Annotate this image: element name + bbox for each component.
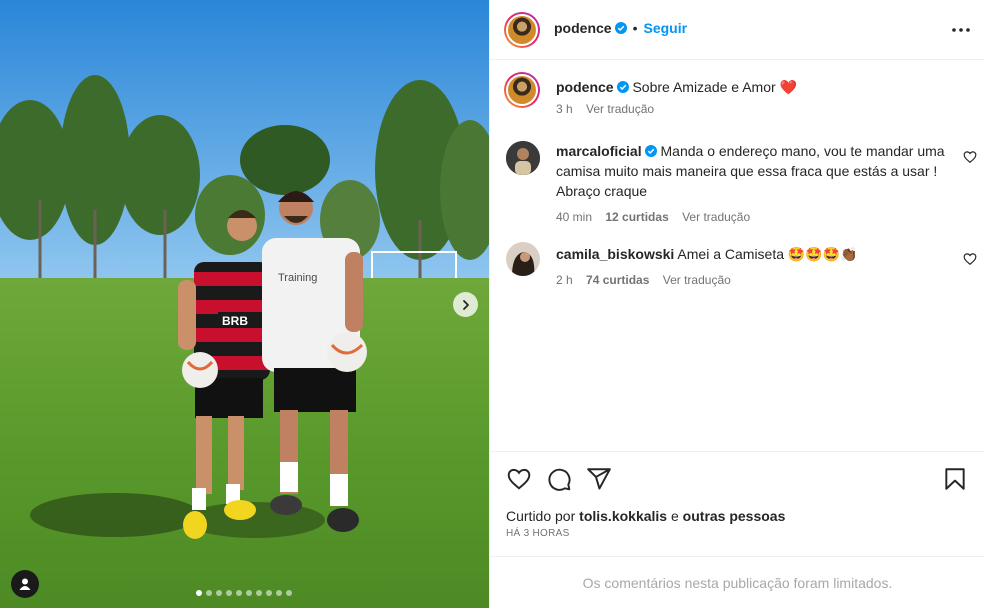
verified-badge-icon bbox=[614, 22, 627, 34]
comment-username[interactable]: marcaloficial bbox=[556, 143, 642, 159]
caption-emoji: ❤️ bbox=[779, 79, 797, 95]
tagged-users-button[interactable] bbox=[11, 570, 39, 598]
caption-time[interactable]: 3 h bbox=[556, 102, 573, 116]
commenter-avatar[interactable] bbox=[506, 141, 540, 175]
carousel-dot bbox=[286, 590, 292, 596]
comment-text: Amei a Camiseta bbox=[677, 246, 785, 262]
carousel-dot bbox=[206, 590, 212, 596]
avatar-image bbox=[506, 242, 540, 276]
verified-badge-icon bbox=[644, 145, 657, 157]
carousel-dot bbox=[236, 590, 242, 596]
comment-emojis: 🤩🤩🤩👏🏾 bbox=[787, 246, 858, 262]
author-avatar[interactable] bbox=[504, 12, 540, 48]
carousel-dot bbox=[256, 590, 262, 596]
comment-username[interactable]: camila_biskowski bbox=[556, 246, 674, 262]
comment-icon[interactable] bbox=[546, 466, 572, 492]
carousel-dot bbox=[216, 590, 222, 596]
caption-translate-link[interactable]: Ver tradução bbox=[586, 102, 654, 116]
svg-text:Training: Training bbox=[278, 272, 317, 284]
comment-likes[interactable]: 12 curtidas bbox=[605, 210, 668, 224]
carousel-dot bbox=[266, 590, 272, 596]
carousel-dot bbox=[246, 590, 252, 596]
heart-icon[interactable] bbox=[506, 466, 532, 492]
comment-time[interactable]: 2 h bbox=[556, 273, 573, 287]
more-horizontal-icon bbox=[952, 28, 970, 32]
comment-like-heart-icon[interactable] bbox=[963, 252, 977, 266]
likes-summary: Curtido por tolis.kokkalis e outras pess… bbox=[506, 508, 785, 524]
follow-button[interactable]: Seguir bbox=[643, 20, 687, 36]
carousel-next-button[interactable] bbox=[453, 292, 478, 317]
comment-translate-link[interactable]: Ver tradução bbox=[682, 210, 750, 224]
author-username[interactable]: podence bbox=[554, 20, 612, 36]
carousel-indicator bbox=[196, 590, 292, 596]
post-timestamp[interactable]: HÁ 3 HORAS bbox=[506, 528, 570, 539]
avatar-image bbox=[506, 141, 540, 175]
likes-user[interactable]: tolis.kokkalis bbox=[579, 508, 667, 524]
comment-time[interactable]: 40 min bbox=[556, 210, 592, 224]
carousel-dot-active bbox=[196, 590, 202, 596]
likes-middle: e bbox=[670, 508, 679, 524]
more-options-button[interactable] bbox=[949, 20, 973, 40]
carousel-dot bbox=[276, 590, 282, 596]
bookmark-icon[interactable] bbox=[942, 466, 968, 492]
user-tag-icon bbox=[19, 578, 31, 590]
share-icon[interactable] bbox=[586, 466, 612, 492]
svg-text:BRB: BRB bbox=[222, 314, 248, 328]
verified-badge-icon bbox=[616, 81, 629, 93]
post-photo[interactable]: BRB Training bbox=[0, 0, 489, 608]
carousel-dot bbox=[226, 590, 232, 596]
post-actions: Curtido por tolis.kokkalis e outras pess… bbox=[490, 451, 984, 555]
photo-image: BRB Training bbox=[0, 0, 489, 608]
comments-limited-notice: Os comentários nesta publicação foram li… bbox=[490, 556, 984, 608]
caption-text: Sobre Amizade e Amor bbox=[632, 79, 776, 95]
comment-like-heart-icon[interactable] bbox=[963, 150, 977, 164]
likes-others[interactable]: outras pessoas bbox=[683, 508, 786, 524]
comment-translate-link[interactable]: Ver tradução bbox=[663, 273, 731, 287]
likes-prefix: Curtido por bbox=[506, 508, 576, 524]
header-separator: • bbox=[632, 20, 638, 36]
caption-username[interactable]: podence bbox=[556, 79, 614, 95]
chevron-right-icon bbox=[462, 299, 469, 310]
comment-likes[interactable]: 74 curtidas bbox=[586, 273, 649, 287]
caption-author-avatar[interactable] bbox=[504, 72, 540, 108]
post-sidebar: podence • Seguir podence Sobre Amizade e A… bbox=[489, 0, 984, 608]
post-header: podence • Seguir bbox=[490, 0, 984, 60]
commenter-avatar[interactable] bbox=[506, 242, 540, 276]
